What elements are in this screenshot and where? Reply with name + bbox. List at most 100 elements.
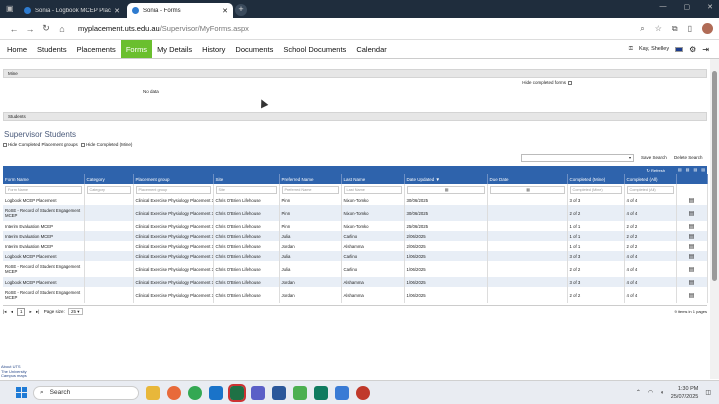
user-name[interactable]: Kay, Shelley	[639, 46, 669, 52]
save-search-button[interactable]: Save Search	[641, 155, 667, 160]
table-row[interactable]: Interim Evaluation MCEP Clinical Exercise…	[3, 231, 708, 241]
open-form-icon[interactable]: ▤	[676, 277, 708, 287]
column-header[interactable]: Due Date	[487, 174, 568, 184]
column-header[interactable]: Last Name	[341, 174, 405, 184]
open-form-icon[interactable]: ▤	[676, 241, 708, 251]
notification-icon[interactable]: ◫	[705, 389, 711, 396]
open-form-icon[interactable]: ▤	[676, 231, 708, 241]
column-header[interactable]: Preferred Name	[279, 174, 342, 184]
close-tab-icon[interactable]: ✕	[222, 7, 228, 15]
back-icon[interactable]: ←	[6, 24, 22, 34]
table-row[interactable]: Logbook MCEP Placement Clinical Exercise …	[3, 251, 708, 261]
open-form-icon[interactable]: ▤	[676, 195, 708, 205]
forward-icon[interactable]: →	[22, 24, 38, 34]
first-page-icon[interactable]: |◂	[3, 309, 6, 315]
clock[interactable]: 1:30 PM 25/07/2025	[671, 385, 699, 401]
tray-chevron-icon[interactable]: ⌃	[636, 389, 641, 396]
home-icon[interactable]: ⌂	[54, 24, 70, 34]
app-icon[interactable]	[293, 385, 307, 400]
profile-avatar[interactable]	[702, 23, 713, 34]
prev-page-icon[interactable]: ◂	[11, 309, 13, 315]
date-filter-input[interactable]: ▦	[489, 185, 565, 194]
filter-input[interactable]: Category	[86, 185, 131, 194]
maximize-icon[interactable]: ▢	[684, 3, 691, 11]
nav-item-forms[interactable]: Forms	[120, 40, 153, 58]
table-row[interactable]: Interim Evaluation MCEP Clinical Exercise…	[3, 221, 708, 231]
bookmark-star-icon[interactable]: ☆	[655, 24, 662, 33]
column-header[interactable]: Category	[84, 174, 134, 184]
chrome-icon[interactable]	[188, 385, 202, 400]
refresh-button[interactable]: ↻ Refresh	[647, 168, 665, 173]
column-header-sorted[interactable]: Date Updated ▼	[404, 174, 488, 184]
open-form-icon[interactable]: ▤	[676, 287, 708, 303]
mine-section-header[interactable]: Mine	[3, 69, 707, 78]
close-tab-icon[interactable]: ✕	[114, 7, 120, 15]
word-icon[interactable]	[272, 385, 286, 400]
hide-completed-mine-checkbox[interactable]	[81, 142, 86, 147]
table-row[interactable]: Interim Evaluation MCEP Clinical Exercise…	[3, 241, 708, 251]
reload-icon[interactable]: ↻	[38, 23, 54, 34]
filter-input[interactable]: Last Name	[343, 185, 402, 194]
browser-tab-active[interactable]: Sonia - Forms ✕	[127, 3, 233, 18]
page-scrollbar[interactable]	[710, 59, 719, 379]
hide-completed-groups-checkbox[interactable]	[3, 142, 7, 147]
nav-item-my-details[interactable]: My Details	[152, 40, 197, 58]
export-pdf-icon[interactable]: ▤	[686, 167, 690, 172]
open-form-icon[interactable]: ▤	[676, 261, 708, 277]
flag-icon[interactable]	[675, 46, 684, 52]
excel-icon[interactable]	[228, 383, 246, 402]
minimize-icon[interactable]: —	[660, 3, 667, 11]
date-filter-input[interactable]: ▦	[406, 185, 485, 194]
nav-item-home[interactable]: Home	[2, 40, 32, 58]
filter-input[interactable]: Completed (All)	[626, 185, 674, 194]
table-row[interactable]: RoSE - Record of Student Engagement MCEP…	[3, 205, 708, 221]
column-header[interactable]: Site	[213, 174, 280, 184]
app-icon[interactable]	[335, 385, 349, 400]
last-page-icon[interactable]: ▸|	[36, 309, 39, 315]
outlook-icon[interactable]	[209, 385, 223, 400]
table-row[interactable]: Logbook MCEP Placement Clinical Exercise …	[3, 277, 708, 287]
teams-icon[interactable]	[251, 385, 265, 400]
filter-input[interactable]: Form Name	[5, 185, 82, 194]
open-form-icon[interactable]: ▤	[676, 251, 708, 261]
wifi-icon[interactable]: ◠	[648, 389, 653, 396]
browser-tab[interactable]: Sonia - Logbook MCEP Placement ✕	[19, 3, 125, 18]
file-explorer-icon[interactable]	[146, 385, 160, 400]
volume-icon[interactable]: ◖	[660, 390, 664, 396]
filter-input[interactable]: Site	[215, 185, 277, 194]
nav-item-history[interactable]: History	[197, 40, 230, 58]
delete-search-button[interactable]: Delete Search	[674, 155, 703, 160]
nav-item-documents[interactable]: Documents	[230, 40, 278, 58]
column-header[interactable]: Completed (All)	[624, 174, 677, 184]
column-header[interactable]: Placement group	[133, 174, 214, 184]
gear-icon[interactable]: ⚙	[689, 45, 696, 54]
table-row[interactable]: Logbook MCEP Placement Clinical Exercise …	[3, 195, 708, 205]
taskbar-search[interactable]: ⌕ Search	[33, 385, 139, 400]
column-header[interactable]: Completed (Mine)	[567, 174, 625, 184]
export-csv-icon[interactable]: ▤	[693, 167, 697, 172]
hide-completed-forms[interactable]: Hide completed forms	[522, 80, 572, 85]
app-icon[interactable]	[356, 385, 370, 400]
url-input[interactable]: myplacement.uts.edu.au/Supervisor/MyForm…	[78, 21, 632, 37]
export-excel-icon[interactable]: ▤	[678, 167, 682, 172]
next-page-icon[interactable]: ▸	[30, 309, 32, 315]
scrollbar-thumb[interactable]	[712, 71, 717, 281]
filter-input[interactable]: Completed (Mine)	[569, 185, 622, 194]
page-size-select[interactable]: 25 ▾	[68, 308, 83, 315]
filter-input[interactable]: Placement group	[135, 185, 211, 194]
nav-item-placements[interactable]: Placements	[72, 40, 121, 58]
new-tab-button[interactable]: +	[235, 4, 247, 16]
sidebar-icon[interactable]: ▯	[688, 24, 692, 33]
tab-actions-icon[interactable]: ▣	[6, 4, 16, 14]
column-header[interactable]: Form Name	[3, 174, 85, 184]
hide-completed-forms-checkbox[interactable]	[568, 80, 572, 85]
open-form-icon[interactable]: ▤	[676, 205, 708, 221]
nav-item-calendar[interactable]: Calendar	[351, 40, 391, 58]
filter-input[interactable]: Preferred Name	[281, 185, 339, 194]
close-window-icon[interactable]: ✕	[707, 3, 713, 11]
footer-link[interactable]: Campus maps	[1, 373, 27, 379]
export-word-icon[interactable]: ▤	[701, 167, 705, 172]
saved-search-select[interactable]: ▾	[521, 154, 634, 162]
current-page[interactable]: 1	[17, 308, 26, 316]
students-section-header[interactable]: Students	[3, 112, 707, 121]
